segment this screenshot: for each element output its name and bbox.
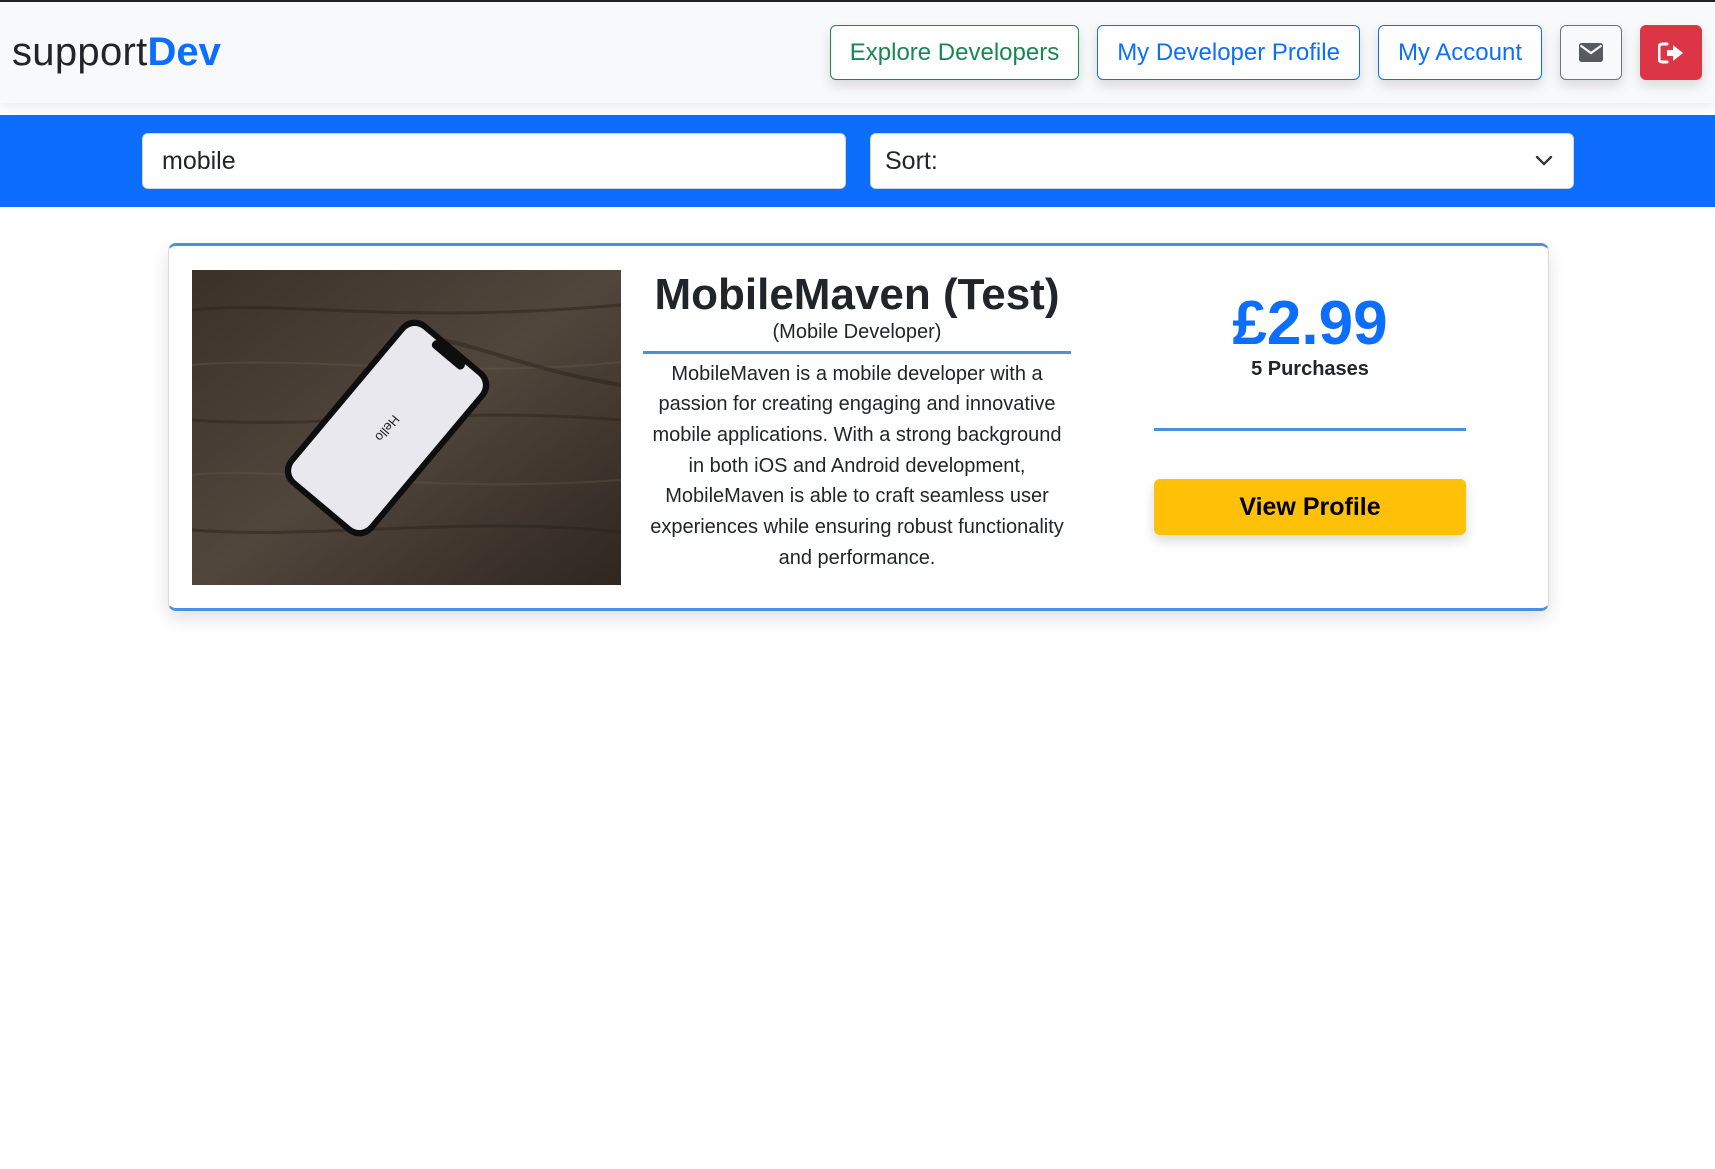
brand-part-2: Dev [147, 29, 221, 74]
view-profile-button[interactable]: View Profile [1154, 479, 1466, 536]
developer-description: MobileMaven is a mobile developer with a… [650, 362, 1064, 569]
chevron-down-icon [1535, 155, 1559, 167]
sign-out-icon [1658, 42, 1683, 63]
developer-image: Hello [192, 270, 621, 585]
logout-button[interactable] [1640, 25, 1702, 80]
sort-select[interactable]: Sort: [870, 133, 1574, 189]
explore-developers-button[interactable]: Explore Developers [829, 25, 1080, 80]
navbar: support Dev Explore Developers My Develop… [0, 2, 1715, 103]
brand-logo[interactable]: support Dev [12, 32, 221, 72]
search-bar-band: Sort: [0, 115, 1715, 207]
developer-info: MobileMaven (Test) (Mobile Developer) Mo… [643, 270, 1071, 574]
envelope-icon [1579, 43, 1603, 62]
messages-button[interactable] [1560, 25, 1622, 80]
my-developer-profile-button[interactable]: My Developer Profile [1097, 25, 1360, 80]
brand-part-1: support [12, 29, 148, 74]
developer-role: (Mobile Developer) [643, 321, 1071, 354]
developer-card: Hello MobileMaven (Test) (Mobile Develop… [168, 243, 1549, 611]
nav-actions: Explore Developers My Developer Profile … [829, 25, 1703, 80]
developer-price: £2.99 [1232, 289, 1388, 358]
search-input[interactable] [142, 133, 846, 189]
purchase-count: 5 Purchases [1251, 358, 1369, 381]
sort-select-label: Sort: [885, 146, 938, 175]
my-account-button[interactable]: My Account [1377, 25, 1542, 80]
developer-name: MobileMaven (Test) [654, 270, 1060, 319]
developer-pricing: £2.99 5 Purchases View Profile [1154, 289, 1466, 536]
pricing-divider [1154, 428, 1466, 432]
